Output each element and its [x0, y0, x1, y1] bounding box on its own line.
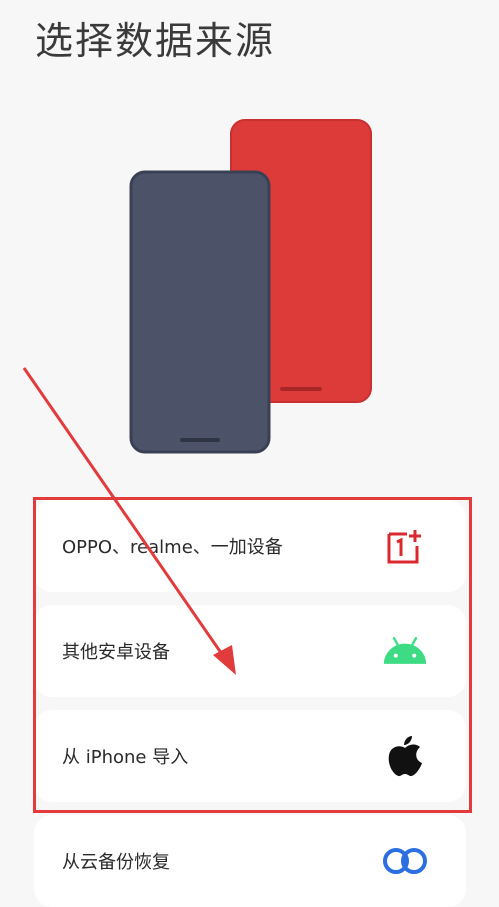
option-oppo-realme-oneplus[interactable]: OPPO、realme、一加设备 — [34, 500, 466, 592]
cloud-backup-icon — [382, 838, 428, 884]
option-cloud-restore[interactable]: 从云备份恢复 — [34, 815, 466, 907]
phone-transfer-illustration — [129, 119, 372, 454]
android-icon — [382, 628, 428, 674]
dark-phone — [129, 170, 271, 454]
oneplus-logo-icon — [382, 523, 428, 569]
option-label: 从云备份恢复 — [62, 852, 170, 873]
option-label: 从 iPhone 导入 — [62, 747, 189, 768]
option-import-iphone[interactable]: 从 iPhone 导入 — [34, 710, 466, 802]
option-label: 其他安卓设备 — [62, 642, 170, 663]
apple-icon — [382, 733, 428, 779]
option-label: OPPO、realme、一加设备 — [62, 537, 283, 558]
option-other-android[interactable]: 其他安卓设备 — [34, 605, 466, 697]
page-title: 选择数据来源 — [35, 19, 276, 63]
